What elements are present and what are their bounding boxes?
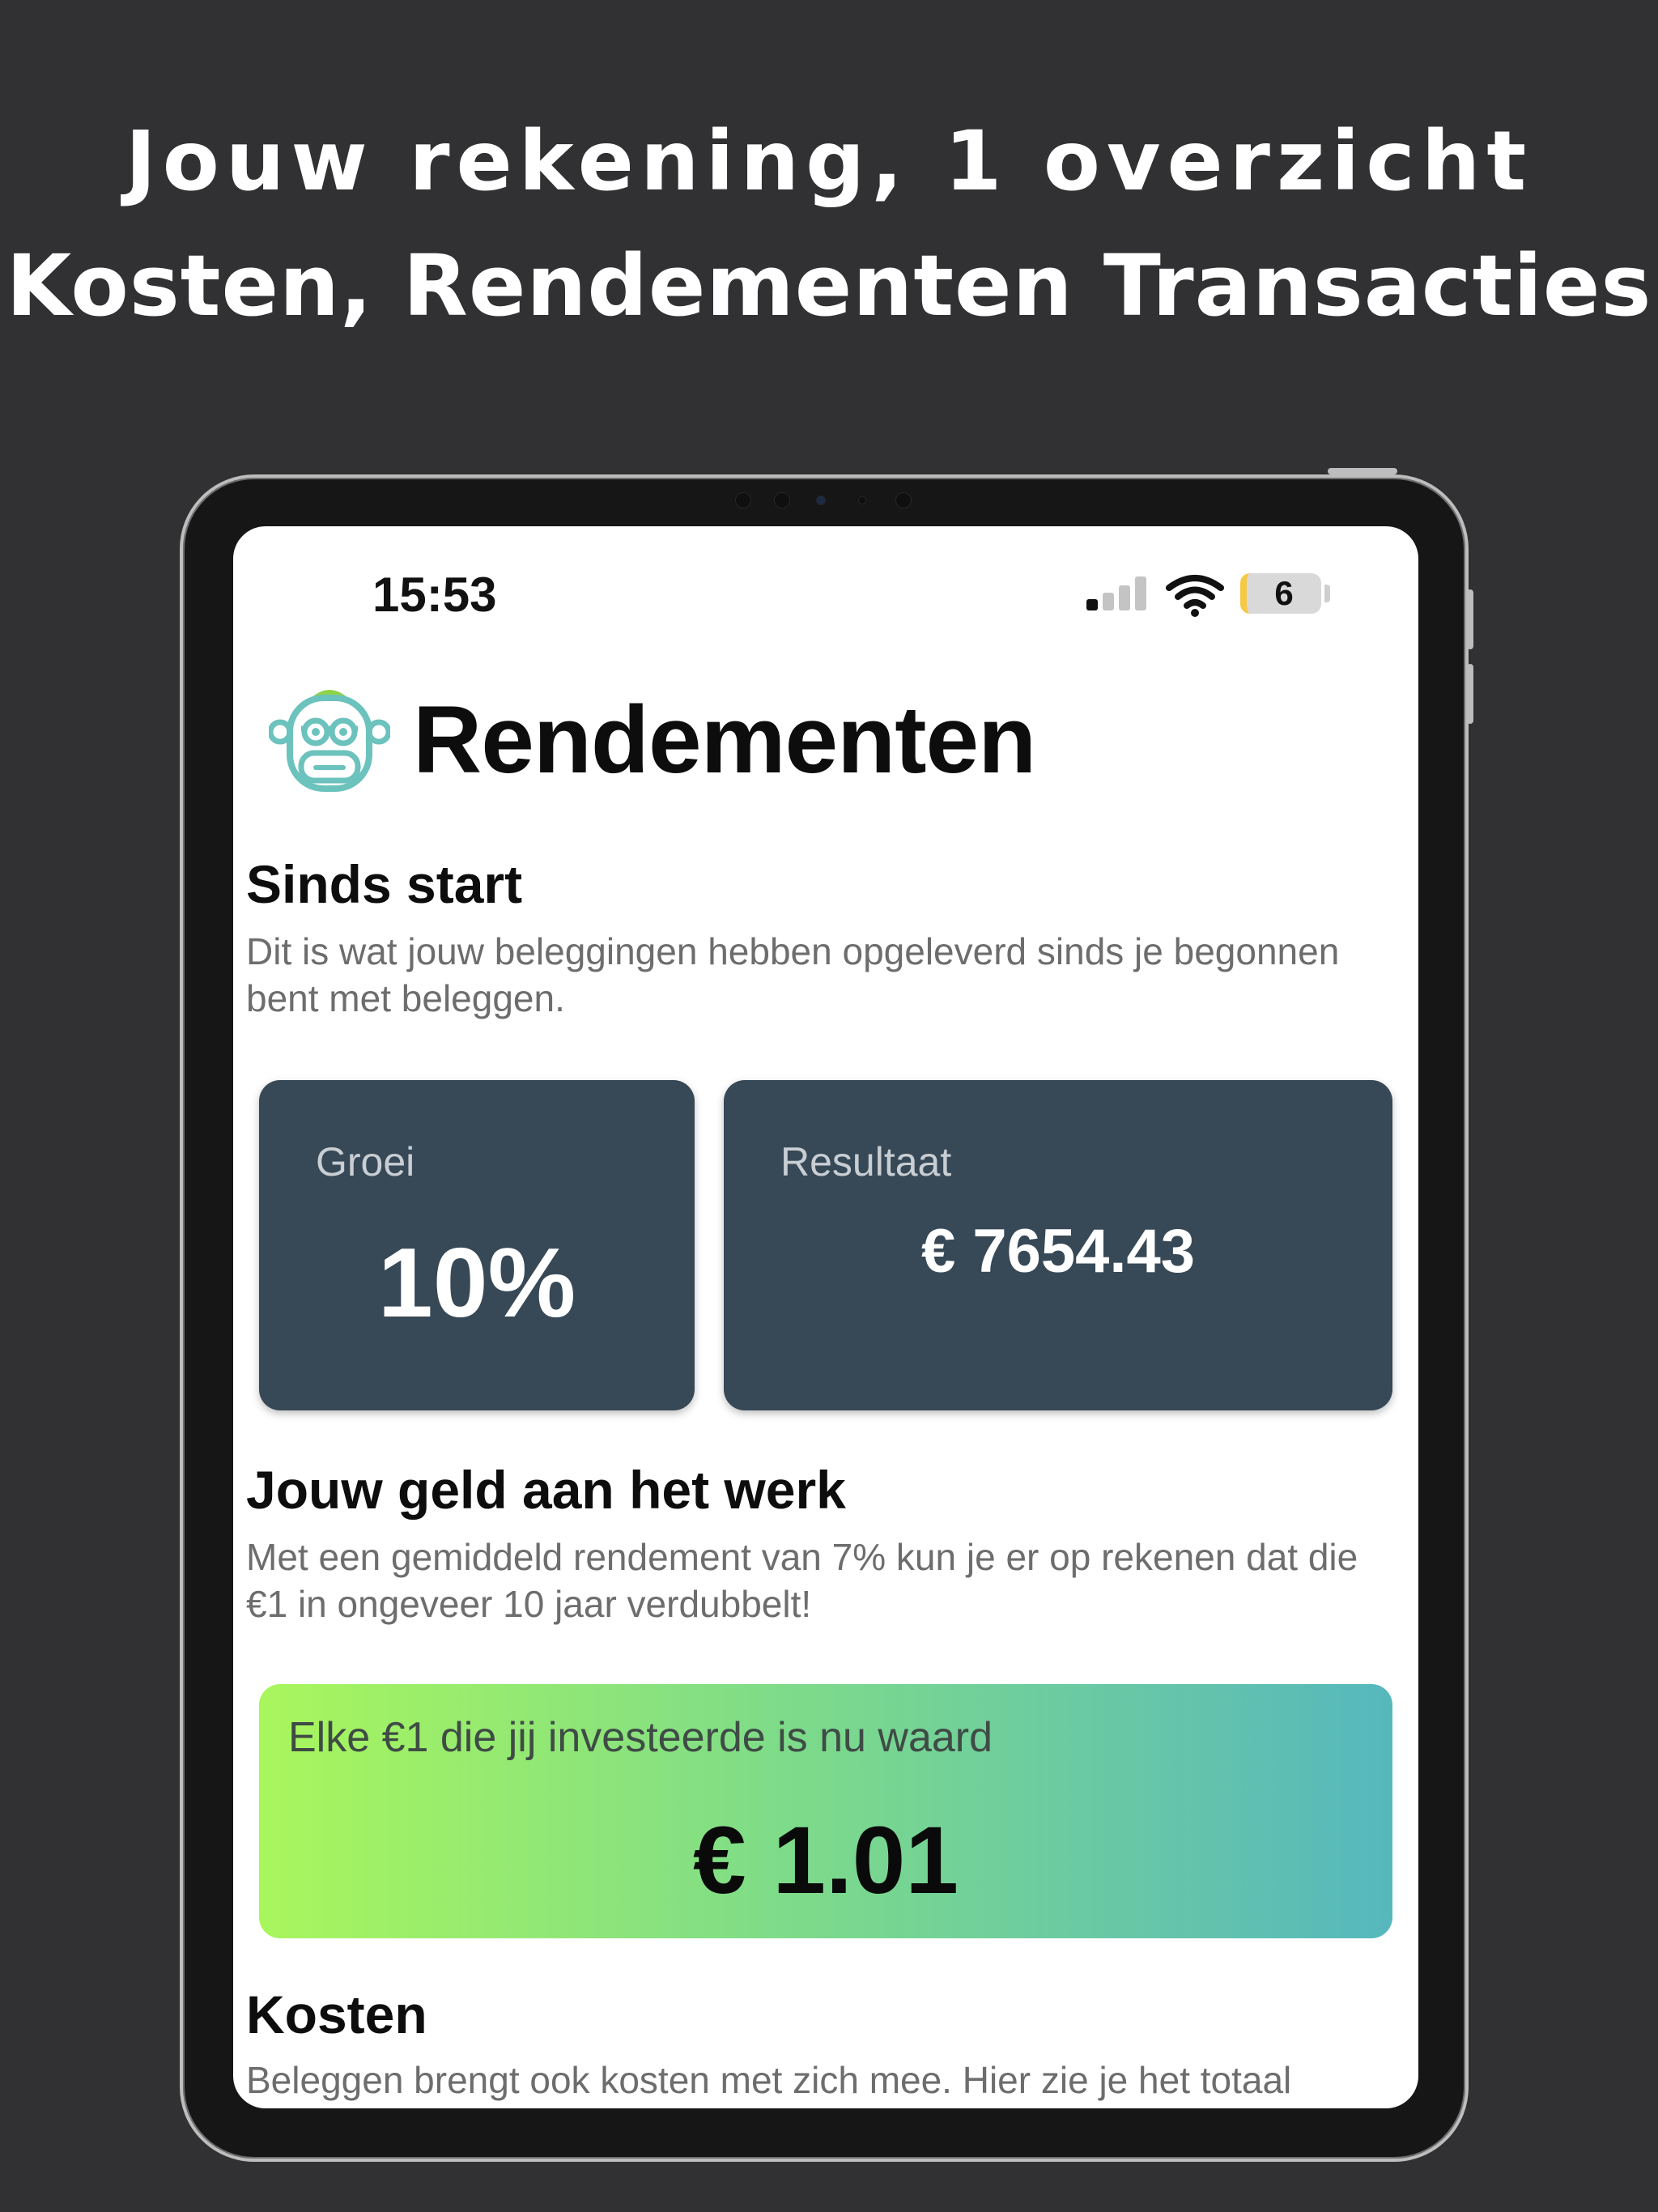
growth-value: 10% (377, 1227, 576, 1338)
status-time: 15:53 (372, 568, 497, 622)
page-title: Rendementen (413, 687, 1036, 793)
battery-level: 6 (1274, 574, 1294, 612)
sensor-dot (735, 492, 751, 508)
sensor-dot (858, 496, 866, 504)
promo-headline-line1: Jouw rekening, 1 overzicht (125, 113, 1533, 210)
money-at-work-description: Met een gemiddeld rendement van 7% kun j… (246, 1536, 1358, 1625)
wifi-icon (1166, 575, 1224, 617)
sensor-dot (774, 492, 790, 508)
since-start-description: Dit is wat jouw beleggingen hebben opgel… (246, 930, 1340, 1019)
battery-icon: 6 (1240, 573, 1321, 614)
camera-bar (729, 489, 923, 510)
result-label: Resultaat (780, 1139, 952, 1185)
result-card: Resultaat € 7654.43 (724, 1080, 1392, 1410)
battery-tip (1324, 585, 1330, 602)
promo-headline-line2: Kosten, Rendementen Transacties (6, 236, 1652, 335)
growth-card: Groei 10% (259, 1080, 695, 1410)
costs-title: Kosten (246, 1984, 427, 2044)
since-start-title: Sinds start (246, 854, 523, 914)
cellular-signal-icon (1086, 576, 1150, 610)
sensor-dot (895, 492, 912, 508)
money-at-work-title: Jouw geld aan het werk (246, 1460, 846, 1520)
growth-label: Groei (316, 1139, 415, 1185)
result-value: € 7654.43 (920, 1217, 1196, 1286)
device-power-button (1328, 468, 1397, 474)
value-per-euro-label: Elke €1 die jij investeerde is nu waard (288, 1714, 993, 1761)
value-per-euro-card: Elke €1 die jij investeerde is nu waard … (259, 1684, 1392, 1938)
value-per-euro-value: € 1.01 (692, 1807, 959, 1914)
monkey-logo-icon (269, 690, 390, 792)
camera-lens (816, 496, 826, 505)
app-screen: 15:53 6 Rendementen Sinds start Dit is w… (233, 526, 1418, 2108)
costs-description: Beleggen brengt ook kosten met zich mee.… (246, 2059, 1292, 2101)
